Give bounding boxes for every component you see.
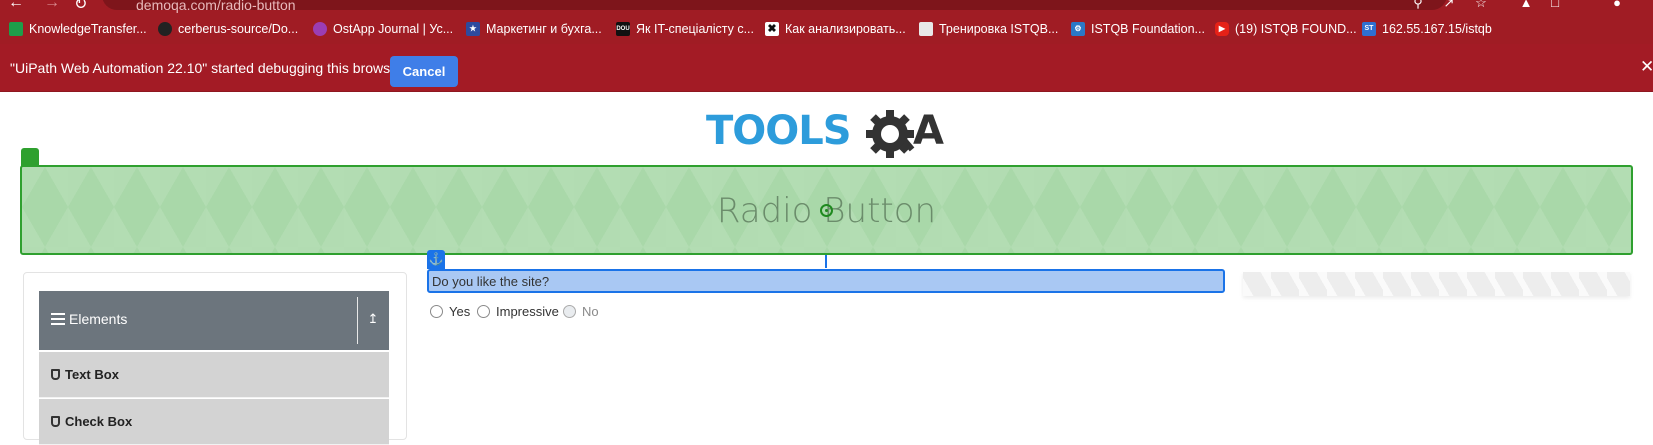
sidebar-item-check-box[interactable]: Check Box <box>39 399 389 445</box>
bookmark-label: 162.55.167.15/istqb <box>1382 22 1492 36</box>
ad-banner <box>1243 272 1630 296</box>
github-icon <box>158 22 172 36</box>
radio-yes[interactable]: Yes <box>430 303 470 319</box>
sidebar-item-label: Check Box <box>65 414 133 429</box>
bookmark-label: Как анализировать... <box>785 22 906 36</box>
bookmark-label: Маркетинг и бухга... <box>486 22 602 36</box>
radio-circle-icon[interactable] <box>430 304 443 318</box>
radio-no: No <box>563 303 599 319</box>
question-row[interactable]: Do you like the site? <box>427 269 1225 293</box>
address-bar-url: demoqa.com/radio-button <box>136 0 296 13</box>
bookmark-label: Як IT-спеціалісту с... <box>636 22 754 36</box>
bookmark-item[interactable]: ★ Маркетинг и бухга... <box>466 21 602 37</box>
bookmark-label: OstApp Journal | Ус... <box>333 22 454 36</box>
radio-circle-icon <box>563 304 576 318</box>
bookmark-label: (19) ISTQB FOUND... <box>1235 22 1357 36</box>
hamburger-icon <box>51 313 65 325</box>
debug-infobar: "UiPath Web Automation 22.10" started de… <box>0 44 1653 92</box>
knot-icon: ✖ <box>765 22 779 36</box>
window-icon[interactable]: □ <box>1548 0 1562 10</box>
divider <box>357 297 358 344</box>
forward-arrow-icon[interactable]: → <box>44 0 60 12</box>
gear-badge-icon: ⚙ <box>1071 22 1085 36</box>
shield-icon <box>51 369 60 380</box>
radio-label: Impressive <box>496 303 559 319</box>
svg-text:A: A <box>913 108 944 154</box>
cancel-button[interactable]: Cancel <box>390 56 458 87</box>
profile-avatar-icon[interactable]: ● <box>1610 0 1624 10</box>
bookmark-item[interactable]: OstApp Journal | Ус... <box>313 21 453 37</box>
bookmark-label: cerberus-source/Do... <box>178 22 299 36</box>
radio-label: No <box>582 303 599 319</box>
radio-impressive[interactable]: Impressive <box>477 303 559 319</box>
bookmark-item[interactable]: ▶ (19) ISTQB FOUND... <box>1215 21 1357 37</box>
question-text: Do you like the site? <box>432 274 550 289</box>
target-marker-icon <box>21 148 39 166</box>
dou-icon: DOU <box>616 22 630 36</box>
st-icon: ST <box>1362 22 1376 36</box>
radio-circle-icon[interactable] <box>477 304 490 318</box>
connector-line <box>825 255 827 268</box>
bookmark-item[interactable]: ⚙ ISTQB Foundation... <box>1071 21 1205 37</box>
bookmark-label: ISTQB Foundation... <box>1091 22 1205 36</box>
star-badge-icon: ★ <box>466 22 480 36</box>
reload-icon[interactable]: ↻ <box>74 0 87 14</box>
sidebar-group-title: Elements <box>69 311 128 327</box>
sidebar-group-elements[interactable]: Elements ↥ <box>39 291 389 350</box>
bookmark-item[interactable]: KnowledgeTransfer... <box>9 21 147 37</box>
collapse-arrow-icon[interactable]: ↥ <box>366 309 380 329</box>
anchor-icon: ⚓ <box>427 250 445 269</box>
sidebar-item-label: Text Box <box>65 367 119 382</box>
back-arrow-icon[interactable]: ← <box>8 0 24 12</box>
bookmark-item[interactable]: ST 162.55.167.15/istqb <box>1362 21 1492 37</box>
extension-icon[interactable]: ▲ <box>1519 0 1533 10</box>
crosshair-icon <box>820 204 833 217</box>
bookmarks-bar: KnowledgeTransfer... cerberus-source/Do.… <box>0 14 1653 44</box>
bookmark-label: KnowledgeTransfer... <box>29 22 147 36</box>
bookmark-item[interactable]: DOU Як IT-спеціалісту с... <box>616 21 754 37</box>
youtube-icon: ▶ <box>1215 22 1229 36</box>
page-icon <box>919 22 933 36</box>
green-doc-icon <box>9 22 23 36</box>
close-icon[interactable]: ✕ <box>1640 57 1653 77</box>
bookmark-item[interactable]: Тренировка ISTQB... <box>919 21 1058 37</box>
sidebar-item-text-box[interactable]: Text Box <box>39 352 389 398</box>
bookmark-star-icon[interactable]: ☆ <box>1474 0 1488 10</box>
bookmark-label: Тренировка ISTQB... <box>939 22 1059 36</box>
radio-label: Yes <box>449 303 471 319</box>
infobar-message: "UiPath Web Automation 22.10" started de… <box>10 60 403 76</box>
ostapp-icon <box>313 22 327 36</box>
share-icon[interactable]: ↗ <box>1442 0 1456 10</box>
bookmark-item[interactable]: cerberus-source/Do... <box>158 21 298 37</box>
toolsqa-logo[interactable]: TOOLS A <box>706 104 951 162</box>
svg-text:TOOLS: TOOLS <box>706 108 851 154</box>
bookmark-item[interactable]: ✖ Как анализировать... <box>765 21 906 37</box>
address-bar[interactable]: demoqa.com/radio-button <box>102 0 1447 13</box>
shield-icon <box>51 416 60 427</box>
browser-toolbar: ← → ↻ demoqa.com/radio-button ⚲ ↗ ☆ ▲ □ … <box>0 0 1653 14</box>
search-icon[interactable]: ⚲ <box>1411 0 1425 10</box>
